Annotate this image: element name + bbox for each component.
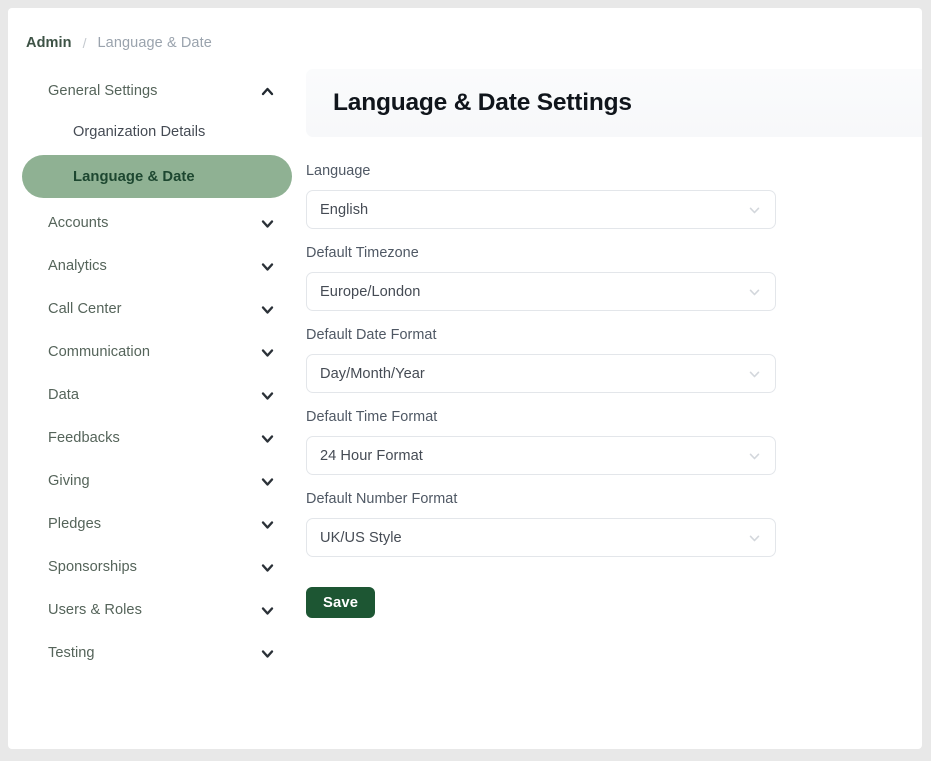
- sidebar-item-data[interactable]: Data: [22, 376, 292, 414]
- sidebar-item-label: Giving: [48, 473, 90, 489]
- field-default-timezone: Default Timezone Europe/London: [306, 245, 776, 311]
- sidebar-item-testing[interactable]: Testing: [22, 634, 292, 672]
- select-value-default-timezone: Europe/London: [320, 283, 421, 300]
- sidebar-item-label: Sponsorships: [48, 559, 138, 575]
- select-value-default-number-format: UK/US Style: [320, 529, 402, 546]
- chevron-down-icon[interactable]: [261, 346, 274, 359]
- chevron-down-icon[interactable]: [261, 432, 274, 445]
- sidebar-item-feedbacks[interactable]: Feedbacks: [22, 419, 292, 457]
- breadcrumb-current-language-date: Language & Date: [97, 35, 212, 51]
- field-language: Language English: [306, 163, 776, 229]
- sidebar-item-label: Accounts: [48, 215, 109, 231]
- field-label-default-time-format: Default Time Format: [306, 409, 438, 425]
- breadcrumb: Admin / Language & Date: [26, 26, 212, 60]
- chevron-down-icon[interactable]: [261, 260, 274, 273]
- select-value-default-date-format: Day/Month/Year: [320, 365, 425, 382]
- sidebar-item-accounts[interactable]: Accounts: [22, 204, 292, 242]
- select-value-default-time-format: 24 Hour Format: [320, 447, 423, 464]
- sidebar-item-label: Call Center: [48, 301, 122, 317]
- sidebar-item-label: Language & Date: [73, 168, 195, 185]
- sidebar-item-communication[interactable]: Communication: [22, 333, 292, 371]
- chevron-down-icon[interactable]: [261, 518, 274, 531]
- sidebar-item-label: Testing: [48, 645, 95, 661]
- page-card: Admin / Language & Date General Settings…: [8, 8, 922, 749]
- language-date-form: Language English Default Timezone Europe/Lo…: [306, 163, 776, 618]
- page-title: Language & Date Settings: [333, 89, 632, 116]
- sidebar-item-pledges[interactable]: Pledges: [22, 505, 292, 543]
- chevron-down-icon: [749, 535, 760, 541]
- sidebar-item-label: Feedbacks: [48, 430, 120, 446]
- chevron-up-icon[interactable]: [261, 85, 274, 98]
- sidebar-item-label: General Settings: [48, 83, 158, 99]
- sidebar-item-users-roles[interactable]: Users & Roles: [22, 591, 292, 629]
- sidebar-item-call-center[interactable]: Call Center: [22, 290, 292, 328]
- page-body: General Settings Organization Details Lang…: [8, 63, 922, 749]
- main-content: Language & Date Settings Language English…: [306, 63, 922, 749]
- field-default-number-format: Default Number Format UK/US Style: [306, 491, 776, 557]
- settings-sidebar: General Settings Organization Details Lang…: [8, 63, 306, 749]
- select-default-time-format[interactable]: 24 Hour Format: [306, 436, 776, 475]
- field-label-default-timezone: Default Timezone: [306, 245, 419, 261]
- chevron-down-icon: [749, 453, 760, 459]
- sidebar-item-language-date[interactable]: Language & Date: [22, 155, 292, 198]
- sidebar-item-sponsorships[interactable]: Sponsorships: [22, 548, 292, 586]
- field-label-default-number-format: Default Number Format: [306, 491, 458, 507]
- sidebar-item-label: Data: [48, 387, 80, 403]
- breadcrumb-link-admin[interactable]: Admin: [26, 35, 72, 51]
- select-default-number-format[interactable]: UK/US Style: [306, 518, 776, 557]
- sidebar-item-label: Organization Details: [73, 124, 206, 140]
- sidebar-item-analytics[interactable]: Analytics: [22, 247, 292, 285]
- chevron-down-icon: [749, 371, 760, 377]
- save-button[interactable]: Save: [306, 587, 376, 618]
- field-default-time-format: Default Time Format 24 Hour Format: [306, 409, 776, 475]
- sidebar-item-giving[interactable]: Giving: [22, 462, 292, 500]
- select-default-date-format[interactable]: Day/Month/Year: [306, 354, 776, 393]
- sidebar-item-organization-details[interactable]: Organization Details: [22, 115, 292, 149]
- field-default-date-format: Default Date Format Day/Month/Year: [306, 327, 776, 393]
- select-value-language: English: [320, 201, 369, 218]
- chevron-down-icon: [749, 289, 760, 295]
- chevron-down-icon[interactable]: [261, 217, 274, 230]
- select-default-timezone[interactable]: Europe/London: [306, 272, 776, 311]
- chevron-down-icon[interactable]: [261, 303, 274, 316]
- sidebar-item-label: Pledges: [48, 516, 102, 532]
- chevron-down-icon[interactable]: [261, 647, 274, 660]
- select-language[interactable]: English: [306, 190, 776, 229]
- chevron-down-icon[interactable]: [261, 475, 274, 488]
- sidebar-item-general-settings[interactable]: General Settings: [22, 72, 292, 110]
- chevron-down-icon[interactable]: [261, 389, 274, 402]
- sidebar-item-label: Analytics: [48, 258, 107, 274]
- sidebar-item-label: Users & Roles: [48, 602, 142, 618]
- chevron-down-icon: [749, 207, 760, 213]
- panel-header: Language & Date Settings: [306, 69, 922, 137]
- breadcrumb-separator: /: [82, 35, 87, 51]
- chevron-down-icon[interactable]: [261, 561, 274, 574]
- sidebar-item-label: Communication: [48, 344, 151, 360]
- field-label-default-date-format: Default Date Format: [306, 327, 437, 343]
- field-label-language: Language: [306, 163, 371, 179]
- chevron-down-icon[interactable]: [261, 604, 274, 617]
